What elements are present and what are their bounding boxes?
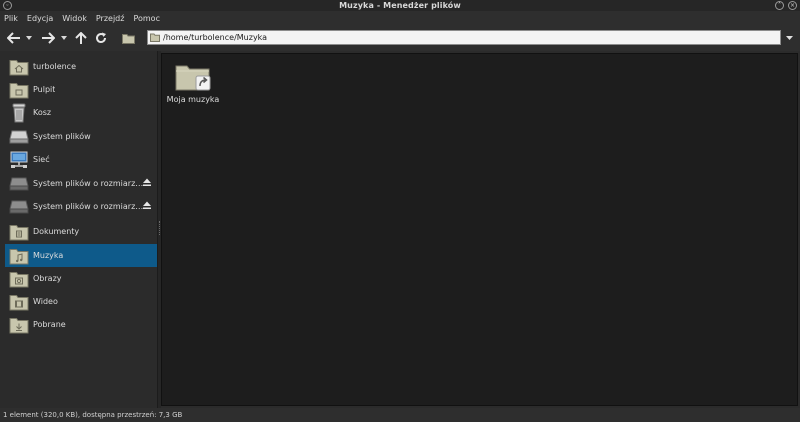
sidebar-item-downloads[interactable]: Pobrane: [5, 313, 157, 336]
filesystem-drive-icon: [9, 127, 29, 147]
window-title: Muzyka - Menedżer plików: [339, 1, 461, 10]
eject-icon[interactable]: [143, 178, 151, 188]
sidebar-item-label: Muzyka: [33, 251, 64, 260]
sidebar-item-trash[interactable]: Kosz: [5, 101, 157, 124]
status-text: 1 element (320,0 KB), dostępna przestrze…: [3, 411, 183, 419]
sidebar-item-label: Pulpit: [33, 85, 56, 94]
menubar: Plik Edycja Widok Przejdź Pomoc: [0, 11, 800, 25]
sidebar-item-label: System plików o rozmiarz…: [33, 179, 144, 188]
reload-icon: [96, 32, 107, 44]
back-button[interactable]: [5, 29, 23, 47]
home-folder-icon: [9, 57, 29, 77]
sidebar-item-documents[interactable]: Dokumenty: [5, 220, 157, 243]
videos-folder-icon: [9, 292, 29, 312]
sidebar-item-label: System plików o rozmiarz…: [33, 202, 144, 211]
music-folder-icon: [9, 246, 29, 266]
sidebar-item-desktop[interactable]: Pulpit: [5, 78, 157, 101]
chevron-down-icon: [61, 36, 67, 40]
sidebar-item-label: Sieć: [33, 155, 50, 164]
sidebar-item-network[interactable]: Sieć: [5, 148, 157, 171]
sidebar-item-volume-1[interactable]: System plików o rozmiarz…: [5, 172, 157, 195]
back-history-dropdown[interactable]: [24, 29, 34, 47]
forward-arrow-icon: [42, 32, 55, 44]
chevron-down-icon: [26, 36, 32, 40]
sidebar-item-label: Kosz: [33, 108, 52, 117]
sidebar-item-label: Wideo: [33, 297, 58, 306]
splitter-grip[interactable]: [159, 221, 160, 235]
sidebar-item-pictures[interactable]: Obrazy: [5, 267, 157, 290]
back-arrow-icon: [7, 32, 20, 44]
file-item[interactable]: Moja muzyka: [167, 62, 219, 104]
drive-icon: [9, 174, 29, 194]
drive-icon: [9, 197, 29, 217]
network-icon: [9, 150, 29, 170]
menu-file[interactable]: Plik: [4, 14, 18, 23]
sidebar-item-label: Obrazy: [33, 274, 62, 283]
location-bar[interactable]: /home/turbolence/Muzyka: [147, 30, 781, 45]
menu-view[interactable]: Widok: [62, 14, 87, 23]
chevron-down-icon: [786, 35, 793, 40]
reload-button[interactable]: [93, 29, 109, 47]
sidebar-item-videos[interactable]: Wideo: [5, 290, 157, 313]
sidebar: turbolence Pulpit Kosz System plików Sie…: [0, 51, 158, 408]
sidebar-item-home[interactable]: turbolence: [5, 55, 157, 78]
sidebar-item-label: System plików: [33, 132, 91, 141]
up-button[interactable]: [73, 29, 89, 47]
folder-icon: [121, 33, 135, 44]
sidebar-item-filesystem[interactable]: System plików: [5, 125, 157, 148]
toolbar: /home/turbolence/Muzyka: [0, 25, 800, 51]
folder-icon: [150, 33, 160, 42]
home-button[interactable]: [120, 29, 136, 47]
minimize-icon[interactable]: ˄: [775, 1, 784, 10]
window-menu-icon[interactable]: ◦: [3, 1, 12, 10]
location-dropdown[interactable]: [783, 30, 796, 45]
eject-icon[interactable]: [143, 201, 151, 211]
menu-edit[interactable]: Edycja: [27, 14, 53, 23]
documents-folder-icon: [9, 222, 29, 242]
sidebar-item-label: Pobrane: [33, 320, 66, 329]
sidebar-item-volume-2[interactable]: System plików o rozmiarz…: [5, 195, 157, 218]
close-icon[interactable]: ×: [788, 1, 797, 10]
file-view[interactable]: Moja muzyka: [161, 53, 798, 406]
menu-help[interactable]: Pomoc: [133, 14, 160, 23]
window-titlebar: ◦ Muzyka - Menedżer plików ˄ ×: [0, 0, 800, 11]
location-path: /home/turbolence/Muzyka: [163, 33, 268, 42]
statusbar: 1 element (320,0 KB), dostępna przestrze…: [0, 408, 800, 422]
sidebar-item-label: turbolence: [33, 62, 77, 71]
desktop-folder-icon: [9, 80, 29, 100]
trash-icon: [9, 103, 29, 123]
sidebar-item-label: Dokumenty: [33, 227, 80, 236]
folder-link-icon: [175, 65, 211, 91]
sidebar-item-music[interactable]: Muzyka: [5, 244, 157, 267]
pictures-folder-icon: [9, 269, 29, 289]
file-name: Moja muzyka: [166, 95, 220, 104]
forward-button[interactable]: [39, 29, 57, 47]
menu-go[interactable]: Przejdź: [96, 14, 125, 23]
downloads-folder-icon: [9, 315, 29, 335]
up-arrow-icon: [75, 31, 87, 44]
forward-history-dropdown[interactable]: [59, 29, 69, 47]
